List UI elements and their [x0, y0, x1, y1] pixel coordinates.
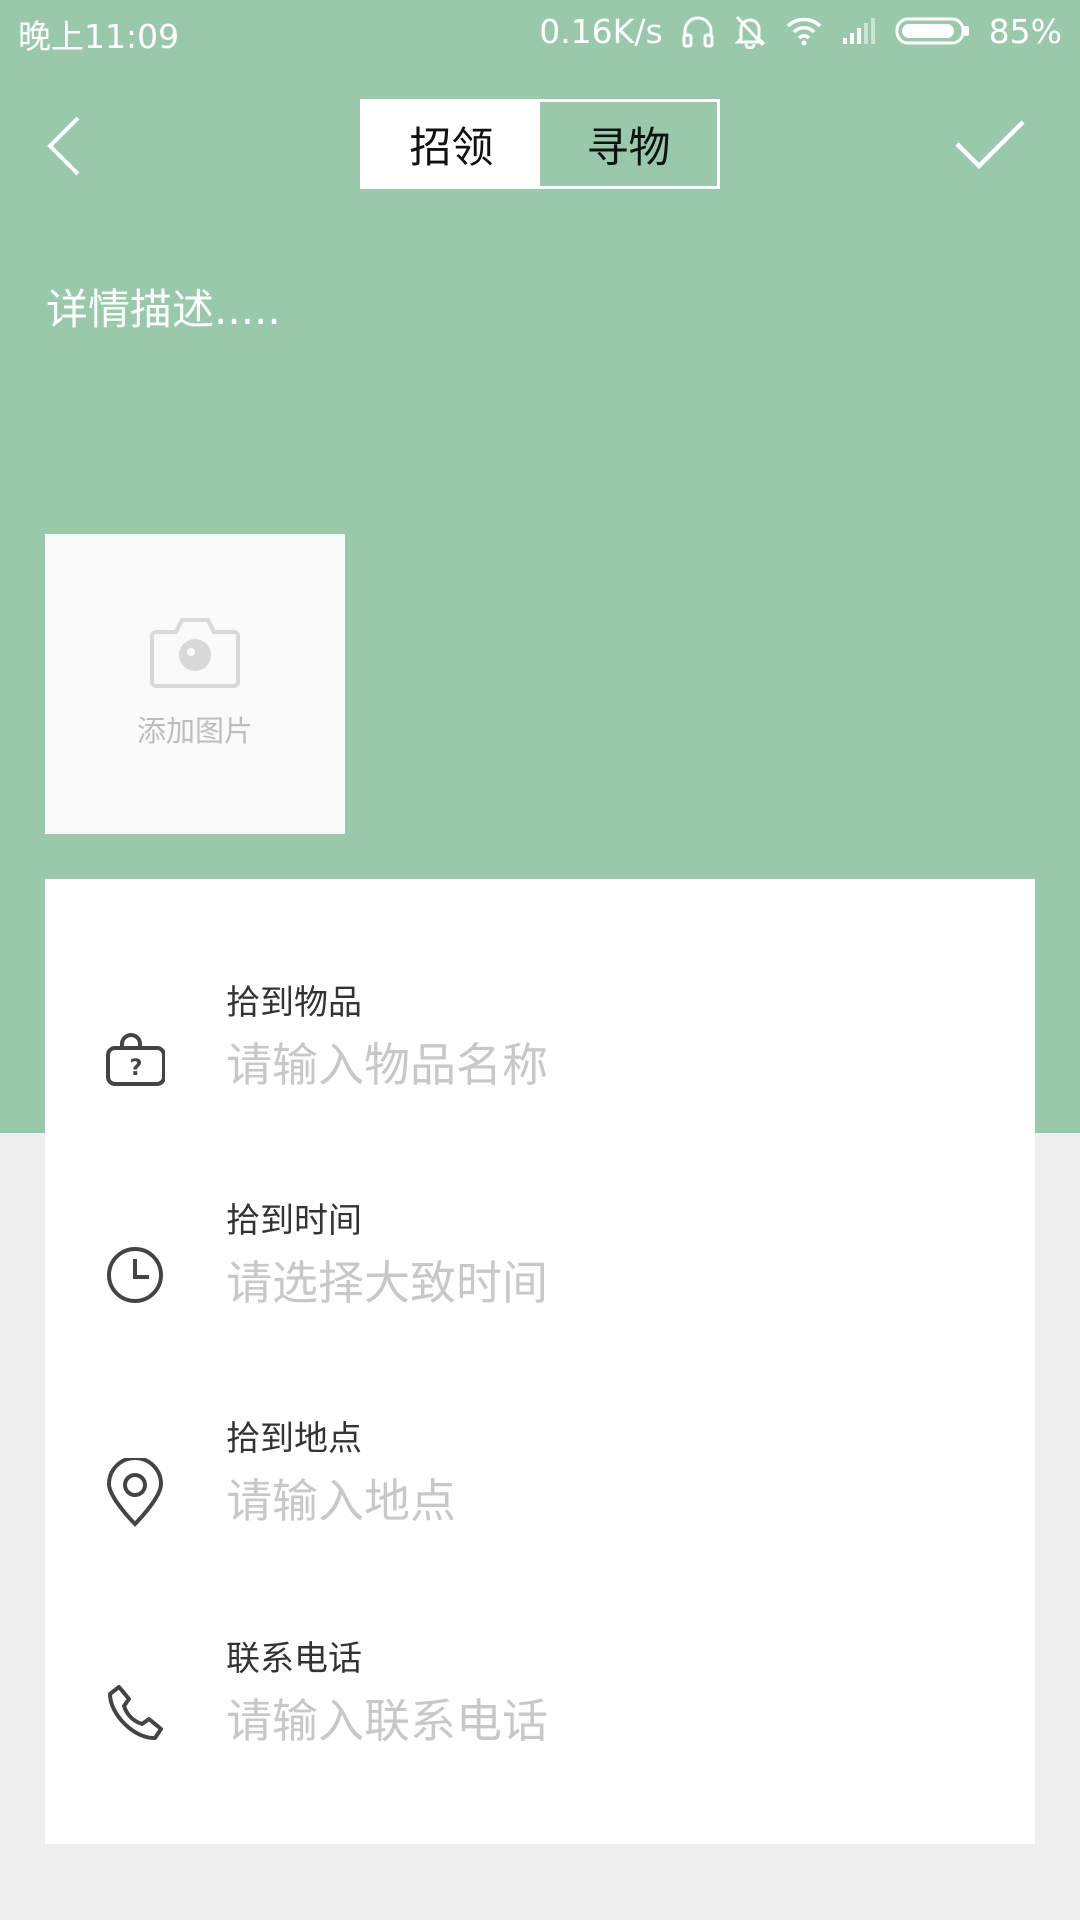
- tab-lost[interactable]: 寻物: [540, 102, 717, 186]
- status-bar: 晚上11:09 0.16K/s 85%: [0, 0, 1080, 64]
- signal-icon: [841, 16, 877, 46]
- svg-text:?: ?: [130, 1056, 143, 1081]
- time-label: 拾到时间: [226, 1201, 362, 1241]
- item-name-input[interactable]: [226, 1035, 986, 1095]
- mode-segmented-control: 招领 寻物: [360, 99, 720, 189]
- phone-label: 联系电话: [226, 1639, 362, 1679]
- chevron-left-icon: [47, 116, 80, 176]
- camera-icon: [150, 610, 240, 692]
- location-input[interactable]: [226, 1471, 986, 1531]
- details-form-card: ? 拾到物品 拾到时间 拾到地点 联系电话: [45, 879, 1035, 1844]
- checkmark-icon: [955, 120, 1025, 170]
- location-pin-icon: [103, 1458, 167, 1527]
- add-photo-label: 添加图片: [136, 714, 253, 748]
- headphones-icon: [681, 13, 715, 49]
- battery-icon: [895, 16, 971, 46]
- item-label: 拾到物品: [226, 983, 362, 1023]
- phone-input[interactable]: [226, 1691, 986, 1751]
- status-icons: 0.16K/s 85%: [539, 8, 1062, 54]
- clock-icon: [103, 1243, 167, 1307]
- net-speed: 0.16K/s: [539, 11, 663, 51]
- form-row-item: ? 拾到物品: [45, 975, 1035, 1175]
- phone-icon: [103, 1681, 167, 1745]
- add-photo-button[interactable]: 添加图片: [45, 534, 345, 834]
- battery-percent: 85%: [988, 11, 1062, 51]
- mute-bell-icon: [733, 13, 767, 49]
- wifi-icon: [785, 15, 823, 47]
- status-time: 晚上11:09: [18, 17, 180, 56]
- time-input[interactable]: [226, 1253, 986, 1313]
- lock-question-icon: ?: [103, 1025, 167, 1089]
- form-row-location: 拾到地点: [45, 1411, 1035, 1611]
- form-row-phone: 联系电话: [45, 1631, 1035, 1831]
- description-input[interactable]: 详情描述.....: [46, 276, 281, 337]
- form-row-time: 拾到时间: [45, 1193, 1035, 1393]
- back-button[interactable]: [38, 108, 90, 184]
- confirm-button[interactable]: [952, 112, 1028, 180]
- location-label: 拾到地点: [226, 1419, 362, 1459]
- tab-found[interactable]: 招领: [363, 102, 540, 186]
